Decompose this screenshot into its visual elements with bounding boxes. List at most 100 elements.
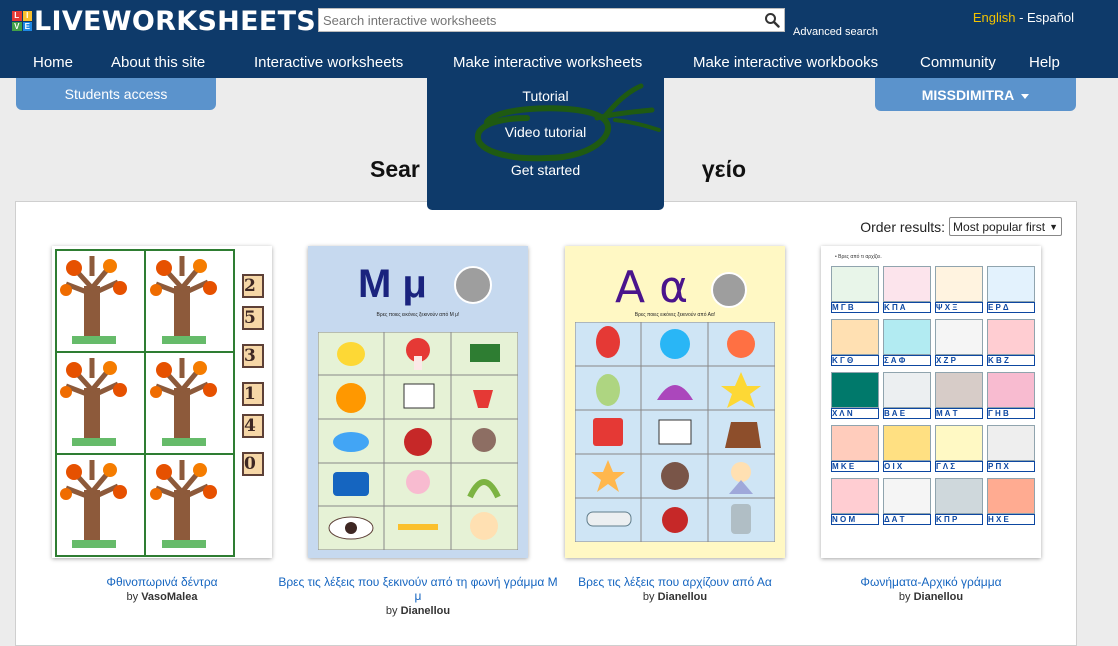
- user-menu-button[interactable]: MISSDIMITRA: [875, 78, 1076, 111]
- grid-row: Μ Κ Ε Ο Ι Χ Γ Λ Σ Ρ Π Χ: [831, 425, 1037, 472]
- letter-strip: Μ Γ Β: [831, 302, 879, 313]
- logo-letter: V: [12, 21, 22, 31]
- search-button[interactable]: [760, 9, 784, 31]
- logo-letter: E: [22, 21, 32, 31]
- make-worksheets-dropdown: Tutorial Video tutorial Get started: [427, 78, 664, 210]
- by-label: by: [126, 591, 139, 603]
- worksheet-byline: by VasoMalea: [22, 591, 302, 603]
- logo-letter: I: [22, 11, 32, 21]
- picture-grid: [575, 322, 775, 542]
- letter-strip: Γ Λ Σ: [935, 461, 983, 472]
- chevron-down-icon: ▼: [1049, 221, 1058, 232]
- letter-strip: Β Α Ε: [883, 408, 931, 419]
- number-tile: 0: [242, 452, 264, 476]
- logo-badge: L I V E: [12, 11, 32, 31]
- picture-grid: [318, 332, 518, 550]
- nav-interactive-worksheets[interactable]: Interactive worksheets: [254, 54, 403, 71]
- thumbnail-subtitle: Βρες ποιες εικόνες ξεκινούν από Αα!: [634, 312, 716, 318]
- worksheet-title-link[interactable]: Βρες τις λέξεις που αρχίζουν από Αα: [535, 575, 815, 589]
- nav-home[interactable]: Home: [33, 54, 73, 71]
- search-input[interactable]: [318, 8, 785, 32]
- grid-row: Μ Γ Β Κ Π Α Ψ Χ Ξ Ε Ρ Δ: [831, 266, 1037, 313]
- menu-item-get-started[interactable]: Get started: [427, 162, 664, 178]
- letter-strip: Ψ Χ Ξ: [935, 302, 983, 313]
- letter-strip: Κ Π Ρ: [935, 514, 983, 525]
- site-logo[interactable]: L I V E LIVEWORKSHEETS: [12, 4, 316, 38]
- letter-strip: Κ Β Ζ: [987, 355, 1035, 366]
- number-tile: 4: [242, 414, 264, 438]
- thumbnail-big-letter: Μ μ: [358, 262, 427, 306]
- language-spanish[interactable]: Español: [1027, 10, 1074, 25]
- worksheet-title-link[interactable]: Φθινοπωρινά δέντρα: [22, 575, 302, 589]
- letter-strip: Σ Α Φ: [883, 355, 931, 366]
- number-tile: 1: [242, 382, 264, 406]
- main-nav: Home About this site Interactive workshe…: [0, 52, 1118, 78]
- user-name: MISSDIMITRA: [921, 86, 1015, 103]
- number-tile: 2: [242, 274, 264, 298]
- letter-strip: Ε Ρ Δ: [987, 302, 1035, 313]
- worksheet-author[interactable]: Dianellou: [401, 605, 451, 617]
- by-label: by: [642, 591, 655, 603]
- letter-strip: Ν Ο Μ: [831, 514, 879, 525]
- caret-down-icon: [1021, 93, 1030, 99]
- letter-strip: Ο Ι Χ: [883, 461, 931, 472]
- order-label: Order results:: [860, 218, 946, 235]
- language-english[interactable]: English: [973, 10, 1016, 25]
- worksheet-byline: by Dianellou: [278, 605, 558, 617]
- order-value: Most popular first: [953, 219, 1046, 234]
- language-switch: English - Español: [973, 10, 1074, 25]
- nav-help[interactable]: Help: [1029, 54, 1060, 71]
- worksheet-author[interactable]: Dianellou: [914, 591, 964, 603]
- worksheet-thumbnail[interactable]: • Βρες από τι αρχίζει. Μ Γ Β Κ Π Α Ψ Χ Ξ…: [821, 246, 1041, 558]
- worksheet-author[interactable]: Dianellou: [658, 591, 708, 603]
- worksheet-title-link[interactable]: Φωνήματα-Αρχικό γράμμα: [791, 575, 1071, 589]
- letter-strip: Γ Η Β: [987, 408, 1035, 419]
- worksheet-thumbnail[interactable]: Μ μ Βρες ποιες εικόνες ξεκινούν από Μ μ!: [308, 246, 528, 558]
- thumbnail-big-letter: Α α: [615, 262, 689, 313]
- worksheet-byline: by Dianellou: [535, 591, 815, 603]
- letter-strip: Χ Λ Ν: [831, 408, 879, 419]
- menu-item-video-tutorial[interactable]: Video tutorial: [427, 124, 664, 140]
- advanced-search-link[interactable]: Advanced search: [793, 26, 878, 38]
- worksheet-author[interactable]: VasoMalea: [141, 591, 197, 603]
- letter-strip: Μ Κ Ε: [831, 461, 879, 472]
- letter-strip: Χ Ζ Ρ: [935, 355, 983, 366]
- worksheet-thumbnail[interactable]: Α α Βρες ποιες εικόνες ξεκινούν από Αα!: [565, 246, 785, 558]
- letter-strip: Δ Α Τ: [883, 514, 931, 525]
- search-icon: [765, 13, 780, 28]
- thumbnail-subtitle: Βρες ποιες εικόνες ξεκινούν από Μ μ!: [376, 312, 460, 318]
- students-access-button[interactable]: Students access: [16, 78, 216, 110]
- character-icon: [454, 266, 492, 304]
- nav-make-worksheets[interactable]: Make interactive worksheets: [453, 54, 642, 71]
- phoneme-grid: Μ Γ Β Κ Π Α Ψ Χ Ξ Ε Ρ Δ Κ Γ Θ Σ Α Φ Χ Ζ …: [831, 266, 1037, 525]
- order-select[interactable]: Most popular first ▼: [949, 217, 1062, 236]
- by-label: by: [898, 591, 911, 603]
- logo-letter: L: [12, 11, 22, 21]
- grid-row: Κ Γ Θ Σ Α Φ Χ Ζ Ρ Κ Β Ζ: [831, 319, 1037, 366]
- language-separator: -: [1015, 10, 1028, 25]
- letter-strip: Η Χ Ε: [987, 514, 1035, 525]
- thumbnail-intro: • Βρες από τι αρχίζει.: [835, 254, 882, 260]
- heading-right: γείο: [701, 156, 747, 182]
- letter-strip: Κ Γ Θ: [831, 355, 879, 366]
- number-tile: 5: [242, 306, 264, 330]
- worksheet-title-link[interactable]: Βρες τις λέξεις που ξεκινούν από τη φωνή…: [278, 575, 558, 603]
- letter-strip: Μ Α Τ: [935, 408, 983, 419]
- logo-text: LIVEWORKSHEETS: [34, 5, 317, 37]
- nav-about[interactable]: About this site: [111, 54, 205, 71]
- nav-community[interactable]: Community: [920, 54, 996, 71]
- letter-strip: Ρ Π Χ: [987, 461, 1035, 472]
- autumn-trees-image: [52, 246, 272, 558]
- grid-row: Χ Λ Ν Β Α Ε Μ Α Τ Γ Η Β: [831, 372, 1037, 419]
- character-icon: [711, 272, 747, 308]
- heading-left: Sear: [370, 156, 420, 182]
- top-header: L I V E LIVEWORKSHEETS Advanced search E…: [0, 0, 1118, 78]
- order-results: Order results: Most popular first ▼: [860, 217, 1062, 236]
- worksheet-thumbnail[interactable]: 2 5 3 1 4 0: [52, 246, 272, 558]
- number-tile: 3: [242, 344, 264, 368]
- menu-item-tutorial[interactable]: Tutorial: [427, 88, 664, 104]
- by-label: by: [385, 605, 398, 617]
- results-panel: Order results: Most popular first ▼ 2 5 …: [15, 201, 1077, 646]
- grid-row: Ν Ο Μ Δ Α Τ Κ Π Ρ Η Χ Ε: [831, 478, 1037, 525]
- nav-make-workbooks[interactable]: Make interactive workbooks: [693, 54, 878, 71]
